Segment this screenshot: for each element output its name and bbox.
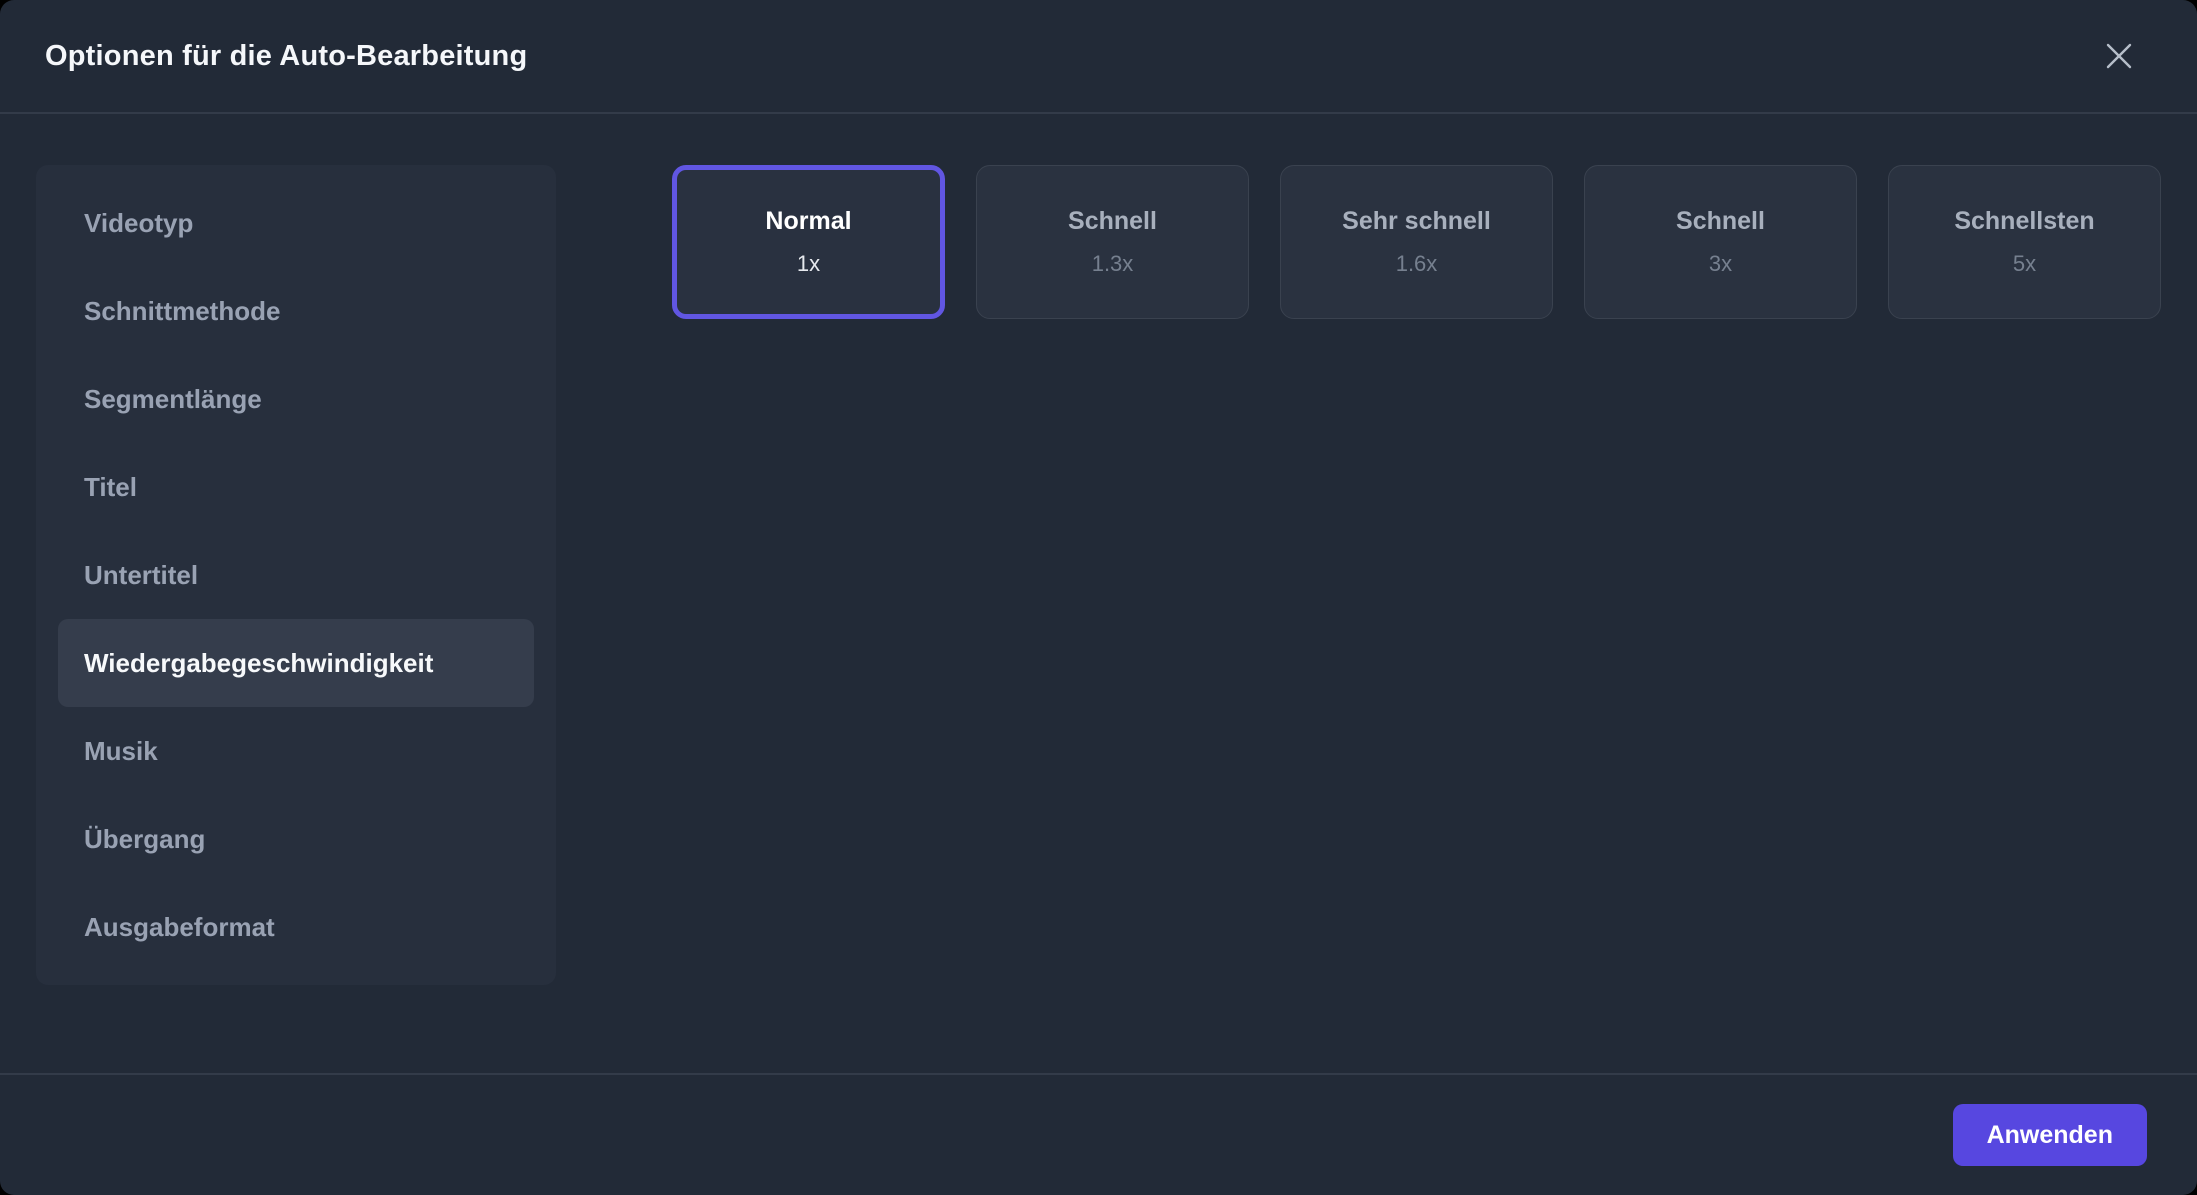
speed-card-title: Normal (765, 207, 851, 236)
speed-card-sehr-schnell-1-6x[interactable]: Sehr schnell 1.6x (1280, 165, 1553, 319)
speed-card-title: Sehr schnell (1342, 207, 1491, 236)
speed-card-value: 3x (1709, 251, 1732, 277)
sidebar-item-uebergang[interactable]: Übergang (58, 795, 534, 883)
speed-card-value: 1.6x (1396, 251, 1438, 277)
sidebar-item-videotyp[interactable]: Videotyp (58, 179, 534, 267)
dialog-header: Optionen für die Auto-Bearbeitung (0, 0, 2197, 114)
apply-button[interactable]: Anwenden (1953, 1104, 2147, 1166)
speed-card-value: 5x (2013, 251, 2036, 277)
speed-card-schnell-3x[interactable]: Schnell 3x (1584, 165, 1857, 319)
sidebar-item-wiedergabegeschwindigkeit[interactable]: Wiedergabegeschwindigkeit (58, 619, 534, 707)
sidebar-item-titel[interactable]: Titel (58, 443, 534, 531)
settings-sidebar: Videotyp Schnittmethode Segmentlänge Tit… (36, 165, 556, 985)
sidebar-item-musik[interactable]: Musik (58, 707, 534, 795)
speed-card-title: Schnellsten (1954, 207, 2094, 236)
speed-card-value: 1x (797, 251, 820, 277)
sidebar-item-segmentlaenge[interactable]: Segmentlänge (58, 355, 534, 443)
sidebar-item-schnittmethode[interactable]: Schnittmethode (58, 267, 534, 355)
page-title: Optionen für die Auto-Bearbeitung (45, 40, 527, 73)
dialog-footer: Anwenden (0, 1073, 2197, 1195)
sidebar-item-untertitel[interactable]: Untertitel (58, 531, 534, 619)
sidebar-item-ausgabeformat[interactable]: Ausgabeformat (58, 883, 534, 971)
dialog-body: Videotyp Schnittmethode Segmentlänge Tit… (0, 114, 2197, 1073)
speed-card-value: 1.3x (1092, 251, 1134, 277)
close-button[interactable] (2097, 34, 2141, 78)
speed-card-title: Schnell (1676, 207, 1765, 236)
playback-speed-options: Normal 1x Schnell 1.3x Sehr schnell 1.6x… (672, 165, 2161, 319)
x-close-icon (2104, 41, 2134, 71)
auto-edit-options-dialog: Optionen für die Auto-Bearbeitung Videot… (0, 0, 2197, 1195)
speed-card-schnellsten-5x[interactable]: Schnellsten 5x (1888, 165, 2161, 319)
speed-card-title: Schnell (1068, 207, 1157, 236)
speed-card-normal-1x[interactable]: Normal 1x (672, 165, 945, 319)
speed-card-schnell-1-3x[interactable]: Schnell 1.3x (976, 165, 1249, 319)
